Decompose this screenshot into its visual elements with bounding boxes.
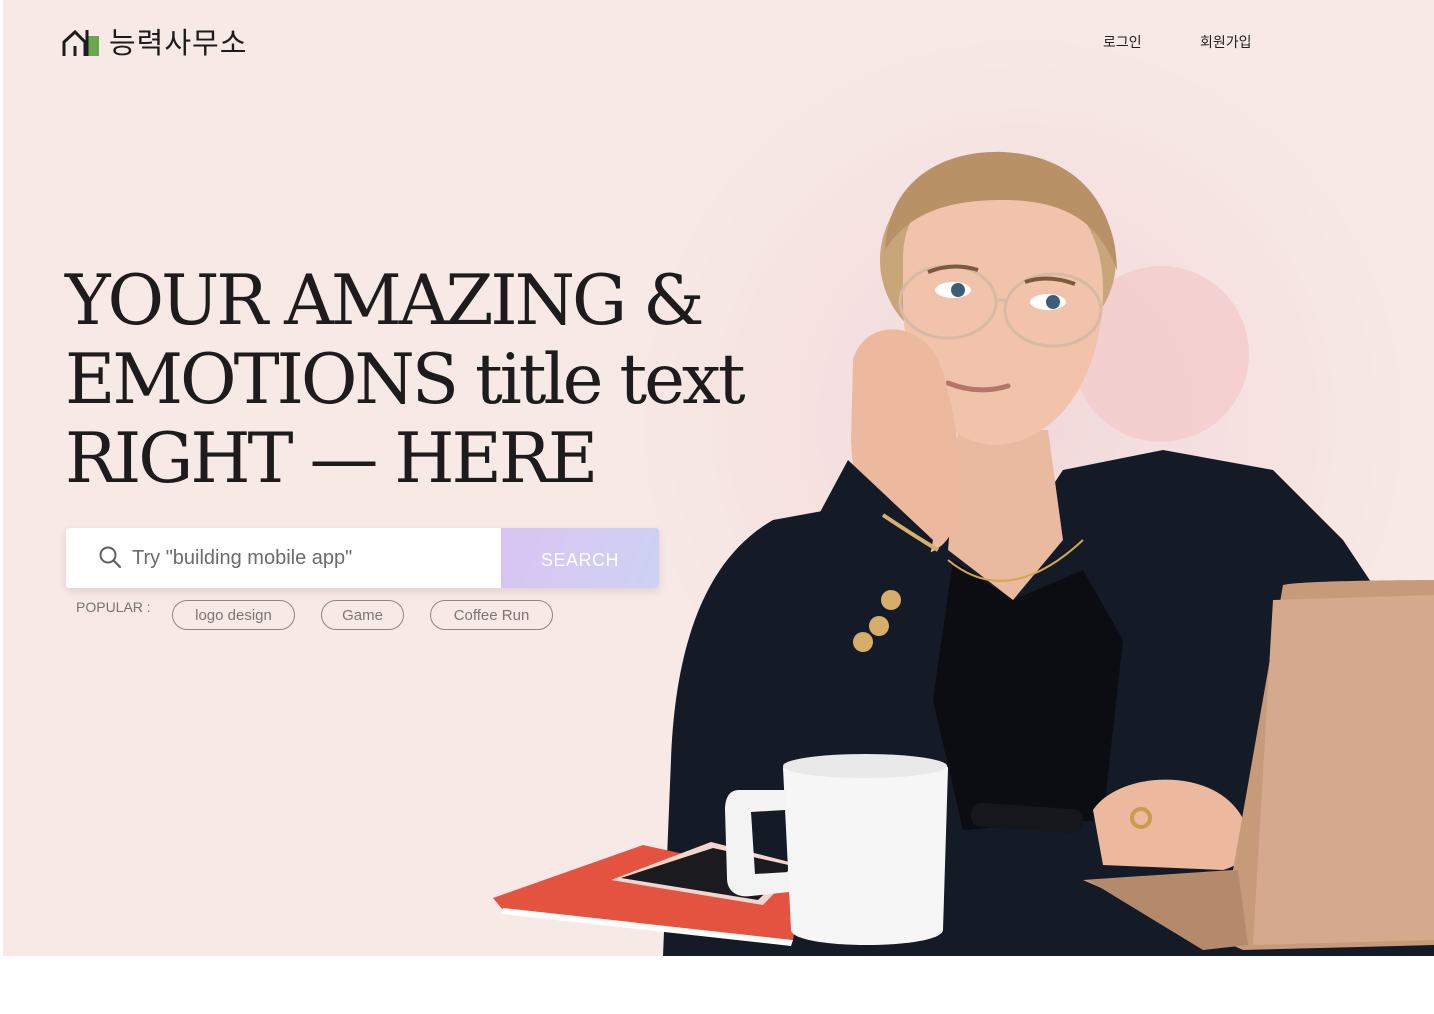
hero-title: YOUR AMAZING & EMOTIONS title text RIGHT… [65,262,785,499]
popular-tag-logo-design[interactable]: logo design [172,600,295,630]
hero-title-line-1: YOUR AMAZING & [65,261,705,341]
brand-name: 능력사무소 [109,25,248,60]
hero-title-line-2: EMOTIONS title text [65,340,746,420]
popular-tag-coffee-run[interactable]: Coffee Run [430,600,553,630]
popular-section: POPULAR : [76,599,151,615]
hero-title-line-3: RIGHT — HERE [65,419,598,499]
popular-label: POPULAR : [76,599,151,615]
brand-logo[interactable]: 능력사무소 [61,26,247,60]
popular-tag-game[interactable]: Game [321,600,404,630]
search-button[interactable]: SEARCH [501,528,659,588]
search-bar: SEARCH [66,528,659,588]
signup-link[interactable]: 회원가입 [1200,32,1252,52]
search-icon [99,546,122,569]
house-logo-icon [62,29,99,56]
hero-section: 능력사무소 로그인 회원가입 YOUR AMAZING & EMOTIONS t… [3,0,1434,956]
login-link[interactable]: 로그인 [1103,32,1142,52]
search-input[interactable] [132,528,501,588]
